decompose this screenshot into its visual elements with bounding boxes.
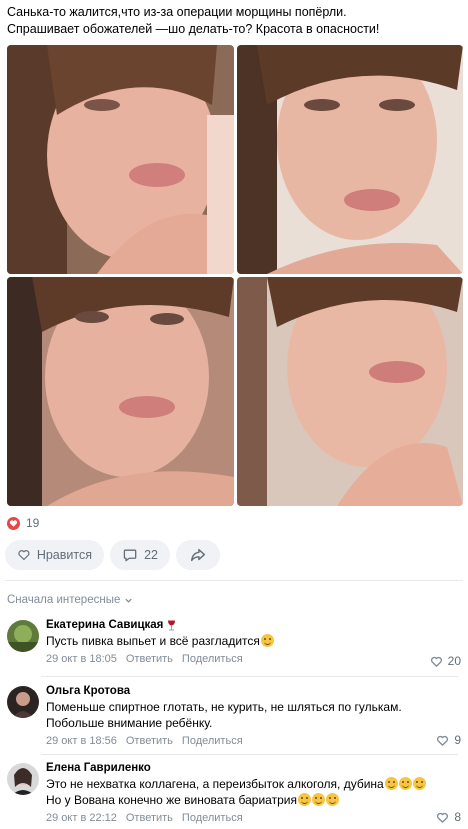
post-text-line-2: Спрашивает обожателей —шо делать-то? Кра… xyxy=(7,22,380,36)
comment-divider xyxy=(41,676,458,677)
comment: Ольга Кротова Поменьше спиртное глотать,… xyxy=(5,683,463,753)
smiling-emoji-icon xyxy=(297,793,311,806)
comment-button[interactable]: 22 xyxy=(110,540,170,570)
comment-author-name[interactable]: Ольга Кротова xyxy=(46,683,130,699)
photo-grid xyxy=(7,45,463,506)
comments-sort-dropdown[interactable]: Сначала интересные xyxy=(7,594,133,606)
comment-author[interactable]: Елена Гавриленко xyxy=(46,760,461,776)
divider xyxy=(5,580,463,581)
share-link[interactable]: Поделиться xyxy=(182,652,243,666)
comment-text-line-1: Это не нехватка коллагена, а переизбыток… xyxy=(46,776,461,792)
reactions-summary[interactable]: 19 xyxy=(7,515,39,531)
comment-like-count: 8 xyxy=(454,810,461,824)
comment-icon xyxy=(123,549,137,562)
share-button[interactable] xyxy=(176,540,220,570)
comment: Екатерина Савицкая Пусть пивка выпьет и … xyxy=(5,617,463,677)
comment-text-line-2: Но у Вована конечно же виновата бариатри… xyxy=(46,792,461,808)
comment-author-name[interactable]: Екатерина Савицкая xyxy=(46,617,163,633)
heart-outline-icon xyxy=(18,550,30,561)
share-icon xyxy=(190,548,206,562)
laughing-emoji-icon xyxy=(260,634,274,647)
post-text: Санька-то жалится,что из-за операции мор… xyxy=(7,4,463,38)
chevron-down-icon xyxy=(125,598,133,603)
heart-outline-icon xyxy=(437,735,449,746)
comment-date[interactable]: 29 окт в 18:56 xyxy=(46,734,117,748)
reply-link[interactable]: Ответить xyxy=(126,734,173,748)
sort-label: Сначала интересные xyxy=(7,594,121,606)
comment-text-content: Это не нехватка коллагена, а переизбыток… xyxy=(46,777,384,791)
comment-like-button[interactable]: 8 xyxy=(436,810,461,824)
comment-like-button[interactable]: 20 xyxy=(430,654,461,668)
comment-author[interactable]: Ольга Кротова xyxy=(46,683,461,699)
laughing-emoji-icon xyxy=(412,777,426,790)
heart-outline-icon xyxy=(430,656,442,667)
avatar[interactable] xyxy=(7,686,39,718)
comment-like-button[interactable]: 9 xyxy=(436,733,461,747)
post-photo-4[interactable] xyxy=(237,277,463,506)
post-photo-3[interactable] xyxy=(7,277,234,506)
laughing-emoji-icon xyxy=(398,777,412,790)
reply-link[interactable]: Ответить xyxy=(126,652,173,666)
comment: Елена Гавриленко Это не нехватка коллаге… xyxy=(5,760,463,829)
share-link[interactable]: Поделиться xyxy=(182,734,243,748)
comment-text-content: Пусть пивка выпьет и всё разгладится xyxy=(46,634,260,648)
comment-date[interactable]: 29 окт в 22:12 xyxy=(46,811,117,825)
like-label: Нравится xyxy=(36,548,92,562)
share-link[interactable]: Поделиться xyxy=(182,811,243,825)
comment-date[interactable]: 29 окт в 18:05 xyxy=(46,652,117,666)
comment-like-count: 9 xyxy=(454,733,461,747)
heart-reaction-icon xyxy=(7,516,20,530)
reply-link[interactable]: Ответить xyxy=(126,811,173,825)
post-photo-1[interactable] xyxy=(7,45,234,274)
heart-outline-icon xyxy=(437,812,449,823)
comment-text: Поменьше спиртное глотать, не курить, не… xyxy=(46,700,402,730)
post-photo-2[interactable] xyxy=(237,45,463,274)
avatar[interactable] xyxy=(7,620,39,652)
post-text-line-1: Санька-то жалится,что из-за операции мор… xyxy=(7,5,347,19)
comment-divider xyxy=(41,754,458,755)
smiling-emoji-icon xyxy=(311,793,325,806)
laughing-emoji-icon xyxy=(384,777,398,790)
comment-author-name[interactable]: Елена Гавриленко xyxy=(46,760,151,776)
comments-count: 22 xyxy=(144,548,158,562)
wine-glass-icon xyxy=(168,620,176,630)
comment-author[interactable]: Екатерина Савицкая xyxy=(46,617,461,633)
reactions-count: 19 xyxy=(26,516,40,530)
post-actions: Нравится 22 xyxy=(5,540,220,570)
comment-like-count: 20 xyxy=(447,654,461,668)
like-button[interactable]: Нравится xyxy=(5,540,104,570)
smiling-emoji-icon xyxy=(325,793,339,806)
comment-text-content: Но у Вована конечно же виновата бариатри… xyxy=(46,793,297,807)
avatar[interactable] xyxy=(7,763,39,795)
comment-text: Пусть пивка выпьет и всё разгладится xyxy=(46,633,461,649)
